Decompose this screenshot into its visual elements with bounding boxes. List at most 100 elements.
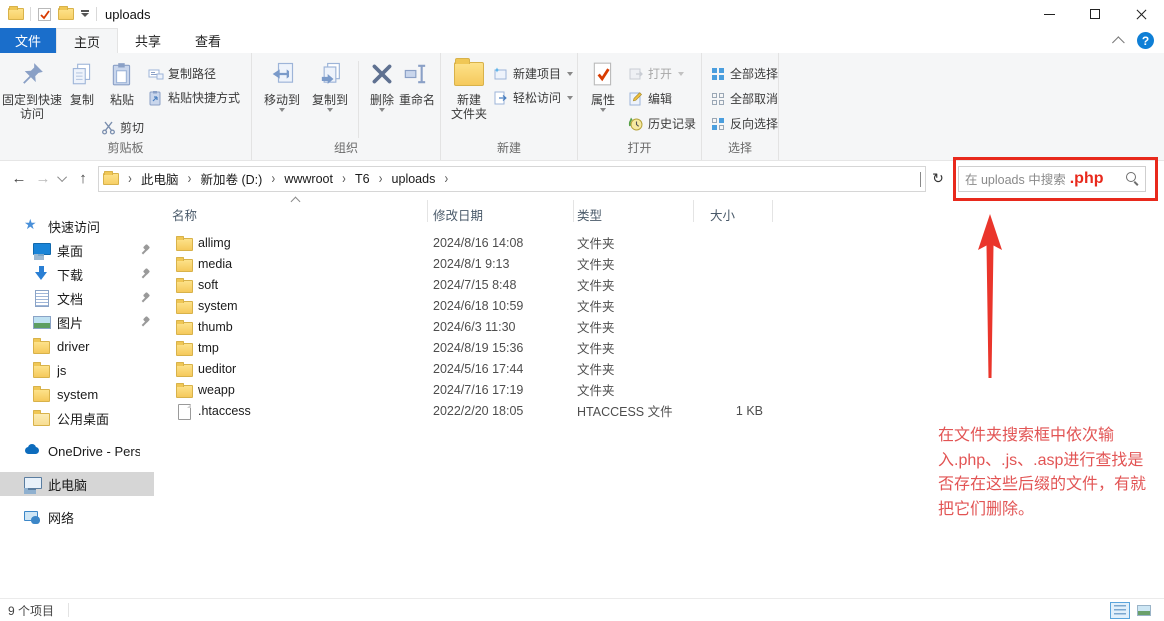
- file-row[interactable]: tmp 2024/8/19 15:36 文件夹: [154, 337, 1164, 358]
- sidebar-item[interactable]: 此电脑: [0, 472, 154, 496]
- explorer-window: uploads 文件 主页 共享 查看 ? 固定到快速访问 复制: [0, 0, 1164, 621]
- file-row[interactable]: system 2024/6/18 10:59 文件夹: [154, 295, 1164, 316]
- tab-view[interactable]: 查看: [178, 28, 238, 53]
- breadcrumb-chevron-icon: ›: [123, 171, 137, 187]
- column-header-name[interactable]: 名称: [172, 205, 197, 224]
- search-box[interactable]: 在 uploads 中搜索 .php: [958, 166, 1146, 192]
- properties-label: 属性: [591, 93, 615, 107]
- cut-button[interactable]: 剪切: [100, 119, 144, 136]
- breadcrumb-item[interactable]: uploads ›: [388, 170, 454, 188]
- file-row[interactable]: media 2024/8/1 9:13 文件夹: [154, 253, 1164, 274]
- easy-access-button[interactable]: 轻松访问: [493, 89, 573, 106]
- file-name: ueditor: [198, 362, 236, 376]
- edit-button[interactable]: 编辑: [628, 90, 672, 107]
- column-header-date[interactable]: 修改日期: [433, 205, 483, 224]
- file-row[interactable]: thumb 2024/6/3 11:30 文件夹: [154, 316, 1164, 337]
- new-folder-qat-icon[interactable]: [58, 8, 74, 20]
- file-row[interactable]: allimg 2024/8/16 14:08 文件夹: [154, 232, 1164, 253]
- thumbnail-view-button[interactable]: [1134, 602, 1154, 619]
- sidebar-item[interactable]: 下载: [0, 262, 154, 286]
- copy-to-label: 复制到: [312, 93, 348, 107]
- tab-file[interactable]: 文件: [0, 28, 56, 53]
- address-dropdown-icon[interactable]: [920, 172, 921, 186]
- breadcrumb-item[interactable]: 此电脑 ›: [137, 167, 197, 190]
- pin-to-quick-access-button[interactable]: 固定到快速访问: [2, 57, 62, 121]
- ribbon: 固定到快速访问 复制 粘贴 剪切 复制路径 粘贴快捷方式 剪贴板: [0, 53, 1164, 161]
- paste-button[interactable]: 粘贴: [102, 57, 142, 107]
- file-type-icon: [176, 404, 192, 418]
- move-to-button[interactable]: 移动到: [258, 57, 306, 112]
- copy-path-button[interactable]: 复制路径: [148, 65, 216, 82]
- sidebar-item[interactable]: driver: [0, 334, 154, 358]
- file-name: soft: [198, 278, 218, 292]
- status-bar: 9 个项目: [0, 598, 1164, 621]
- copy-button[interactable]: 复制: [62, 57, 102, 107]
- file-type: 文件夹: [577, 233, 615, 252]
- search-placeholder: 在 uploads 中搜索: [965, 169, 1066, 188]
- tab-home[interactable]: 主页: [56, 28, 118, 53]
- refresh-icon[interactable]: ↻: [926, 166, 950, 192]
- file-type-icon: [176, 278, 192, 292]
- recent-locations-dropdown-icon[interactable]: [56, 167, 70, 191]
- tab-share[interactable]: 共享: [118, 28, 178, 53]
- sidebar-item[interactable]: 公用桌面: [0, 406, 154, 430]
- paste-shortcut-button[interactable]: 粘贴快捷方式: [148, 89, 240, 106]
- new-item-button[interactable]: 新建项目: [493, 65, 573, 82]
- pin-icon: [140, 317, 150, 327]
- sidebar-item[interactable]: js: [0, 358, 154, 382]
- sidebar-item[interactable]: 图片: [0, 310, 154, 334]
- select-all-button[interactable]: 全部选择: [710, 65, 778, 82]
- details-view-button[interactable]: [1110, 602, 1130, 619]
- sidebar-item[interactable]: OneDrive - Persona: [0, 439, 154, 463]
- cut-icon: [100, 120, 116, 136]
- file-row[interactable]: weapp 2024/7/16 17:19 文件夹: [154, 379, 1164, 400]
- breadcrumb-item[interactable]: T6 ›: [351, 170, 388, 188]
- file-date: 2024/8/1 9:13: [433, 257, 509, 271]
- sidebar-item[interactable]: 文档: [0, 286, 154, 310]
- sidebar-item-icon: [33, 338, 51, 354]
- new-item-label: 新建项目: [513, 65, 561, 82]
- close-button[interactable]: [1118, 0, 1164, 28]
- select-none-button[interactable]: 全部取消: [710, 90, 778, 107]
- collapse-ribbon-icon[interactable]: [1112, 36, 1125, 49]
- maximize-button[interactable]: [1072, 0, 1118, 28]
- file-date: 2024/8/19 15:36: [433, 341, 523, 355]
- back-icon[interactable]: ←: [8, 167, 30, 191]
- sidebar-item[interactable]: 桌面: [0, 238, 154, 262]
- rename-button[interactable]: 重命名: [394, 57, 440, 107]
- breadcrumb-item[interactable]: wwwroot ›: [280, 170, 351, 188]
- file-row[interactable]: ueditor 2024/5/16 17:44 文件夹: [154, 358, 1164, 379]
- pin-icon: [140, 269, 150, 279]
- invert-selection-button[interactable]: 反向选择: [710, 115, 778, 132]
- edit-label: 编辑: [648, 90, 672, 107]
- cut-label: 剪切: [120, 119, 144, 136]
- help-icon[interactable]: ?: [1137, 32, 1154, 49]
- file-name-cell: ueditor: [176, 362, 236, 376]
- file-type-icon: [176, 257, 192, 271]
- up-icon[interactable]: ↑: [72, 167, 94, 191]
- customize-qat-dropdown-icon[interactable]: [80, 10, 90, 18]
- copy-to-button[interactable]: 复制到: [306, 57, 354, 112]
- sidebar-item[interactable]: system: [0, 382, 154, 406]
- pin-icon: [15, 57, 49, 91]
- address-bar[interactable]: › 此电脑 › 新加卷 (D:) › wwwroot ›: [98, 166, 926, 192]
- sidebar-item[interactable]: 网络: [0, 505, 154, 529]
- column-header-size[interactable]: 大小: [710, 205, 735, 224]
- new-item-icon: [493, 66, 509, 82]
- new-folder-button[interactable]: 新建 文件夹: [445, 57, 493, 121]
- file-row[interactable]: soft 2024/7/15 8:48 文件夹: [154, 274, 1164, 295]
- history-button[interactable]: 历史记录: [628, 115, 696, 132]
- search-icon[interactable]: [1126, 172, 1139, 185]
- paste-icon: [105, 57, 139, 91]
- file-row[interactable]: .htaccess 2022/2/20 18:05 HTACCESS 文件 1 …: [154, 400, 1164, 421]
- column-header-type[interactable]: 类型: [577, 205, 602, 224]
- sidebar-item[interactable]: 快速访问: [0, 214, 154, 238]
- properties-check-icon[interactable]: [37, 7, 52, 22]
- thumbnail-view-icon: [1137, 605, 1151, 616]
- open-button[interactable]: 打开: [628, 65, 684, 82]
- minimize-button[interactable]: [1026, 0, 1072, 28]
- organize-group-label: 组织: [252, 139, 440, 156]
- properties-button[interactable]: 属性: [584, 57, 622, 112]
- breadcrumb-item[interactable]: 新加卷 (D:) ›: [197, 167, 281, 190]
- forward-icon[interactable]: →: [32, 167, 54, 191]
